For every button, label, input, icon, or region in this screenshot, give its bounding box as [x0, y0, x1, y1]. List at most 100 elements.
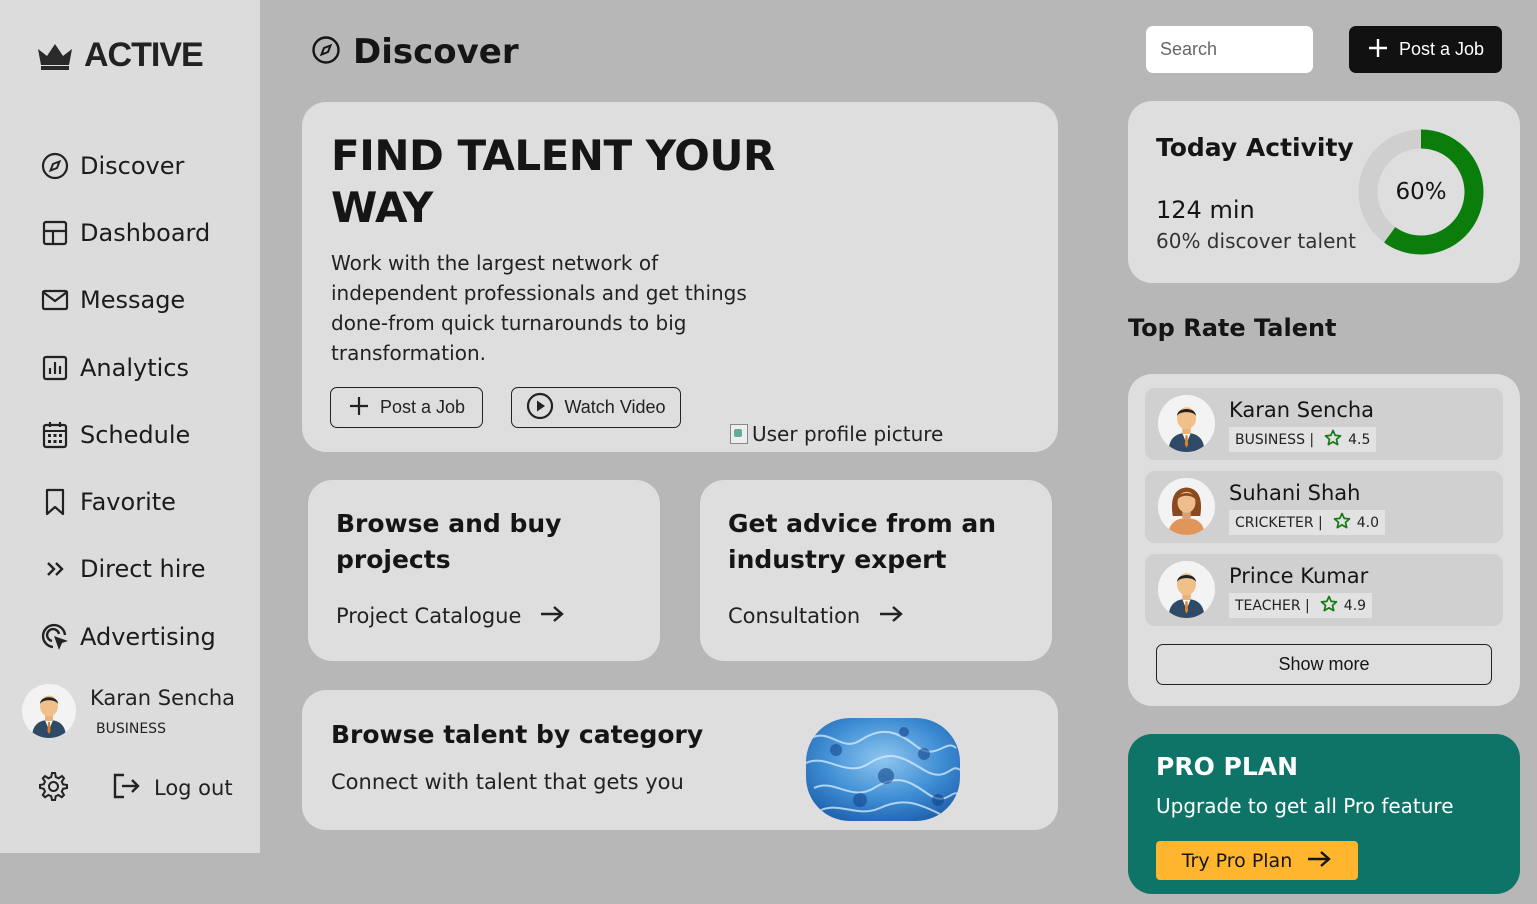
gear-icon[interactable] [36, 770, 68, 806]
plus-icon [1367, 37, 1389, 63]
arrow-right-icon [878, 604, 904, 628]
hero-post-job-button[interactable]: Post a Job [330, 387, 483, 428]
browse-category-card[interactable]: Browse talent by category Connect with t… [302, 690, 1058, 830]
sidebar-nav: Discover Dashboard Message Analytics Sch… [40, 132, 216, 670]
talent-role: TEACHER | [1235, 597, 1310, 614]
activity-percent: 60% [1395, 179, 1447, 205]
hero-post-job-label: Post a Job [379, 397, 466, 417]
talent-name: Karan Sencha [1229, 398, 1375, 422]
category-title: Browse talent by category [331, 720, 704, 749]
page-header: Discover [311, 32, 519, 72]
sidebar-item-discover[interactable]: Discover [40, 132, 216, 199]
talent-name: Prince Kumar [1229, 564, 1369, 588]
sidebar-item-direct-hire[interactable]: Direct hire [40, 536, 216, 603]
post-job-button[interactable]: Post a Job [1349, 26, 1502, 73]
try-pro-plan-button[interactable]: Try Pro Plan [1156, 841, 1358, 880]
sidebar-item-dashboard[interactable]: Dashboard [40, 199, 216, 266]
sidebar-item-label: Advertising [80, 622, 216, 651]
compass-icon [311, 35, 341, 69]
chart-icon [40, 353, 70, 383]
watch-video-label: Watch Video [564, 397, 666, 417]
talent-rating: 4.0 [1356, 514, 1379, 531]
browse-projects-card[interactable]: Browse and buy projects Project Catalogu… [308, 480, 660, 661]
talent-rating: 4.5 [1348, 431, 1371, 448]
layout-icon [40, 218, 70, 248]
avatar [1158, 561, 1215, 618]
list-item[interactable]: Karan Sencha BUSINESS | 4.5 [1145, 388, 1503, 460]
activity-minutes: 124 min [1156, 196, 1255, 224]
show-more-button[interactable]: Show more [1156, 644, 1492, 685]
try-pro-plan-label: Try Pro Plan [1181, 849, 1293, 872]
browse-projects-title: Browse and buy projects [336, 509, 562, 574]
sidebar-item-label: Message [80, 286, 186, 315]
sidebar-item-label: Discover [80, 151, 185, 180]
consultation-label: Consultation [728, 604, 861, 628]
hero-image-alt: User profile picture [752, 422, 944, 446]
talent-role: CRICKETER | [1235, 514, 1323, 531]
project-catalogue-link[interactable]: Project Catalogue [336, 604, 565, 628]
search-input[interactable] [1146, 26, 1313, 73]
talent-badge: TEACHER | 4.9 [1229, 593, 1373, 618]
brand-logo[interactable]: ACTIVE [36, 36, 204, 75]
top-talent-list: Karan Sencha BUSINESS | 4.5 Suhani Shah … [1128, 374, 1520, 706]
hero-description: Work with the largest network of indepen… [331, 251, 747, 365]
top-talent-heading: Top Rate Talent [1128, 314, 1337, 342]
sidebar-item-favorite[interactable]: Favorite [40, 468, 216, 535]
sidebar-item-label: Favorite [80, 488, 176, 517]
star-icon [1333, 512, 1351, 534]
sidebar-item-label: Analytics [80, 353, 189, 382]
profile-name: Karan Sencha [90, 686, 236, 710]
pro-plan-subtitle: Upgrade to get all Pro feature [1156, 794, 1454, 818]
sidebar-item-analytics[interactable]: Analytics [40, 334, 216, 401]
category-description: Connect with talent that gets you [331, 770, 684, 794]
broken-image-icon [730, 424, 748, 444]
talent-badge: CRICKETER | 4.0 [1229, 510, 1385, 535]
bookmark-icon [40, 487, 70, 517]
logout-button[interactable]: Log out [112, 772, 233, 804]
profile-role: BUSINESS [96, 721, 166, 737]
list-item[interactable]: Suhani Shah CRICKETER | 4.0 [1145, 471, 1503, 543]
hero-title: FIND TALENT YOUR WAY [331, 131, 775, 232]
sidebar-item-advertising[interactable]: Advertising [40, 603, 216, 670]
page-title: Discover [353, 32, 519, 72]
pro-plan-title: PRO PLAN [1156, 752, 1299, 781]
arrow-right-icon [539, 604, 565, 628]
expert-advice-title: Get advice from an industry expert [728, 509, 997, 574]
watch-video-button[interactable]: Watch Video [511, 387, 681, 428]
sidebar-item-schedule[interactable]: Schedule [40, 401, 216, 468]
sidebar-item-label: Dashboard [80, 218, 211, 247]
post-job-label: Post a Job [1398, 39, 1485, 59]
consultation-link[interactable]: Consultation [728, 604, 904, 628]
logout-icon [112, 772, 142, 804]
talent-rating: 4.9 [1343, 597, 1367, 614]
plus-icon [348, 395, 370, 421]
activity-subtitle: 60% discover talent [1156, 229, 1356, 253]
user-profile[interactable]: Karan Sencha BUSINESS [22, 684, 235, 738]
arrow-right-icon [1306, 849, 1332, 873]
crown-icon [38, 43, 72, 70]
sidebar: ACTIVE Discover Dashboard Message Analyt… [0, 0, 260, 853]
category-image [806, 718, 960, 821]
brand-name: ACTIVE [84, 36, 204, 74]
avatar [22, 684, 76, 738]
avatar [1158, 478, 1215, 535]
pro-plan-card: PRO PLAN Upgrade to get all Pro feature … [1128, 734, 1520, 894]
expert-advice-card[interactable]: Get advice from an industry expert Consu… [700, 480, 1052, 661]
list-item[interactable]: Prince Kumar TEACHER | 4.9 [1145, 554, 1503, 626]
star-icon [1320, 595, 1338, 617]
sidebar-item-label: Schedule [80, 420, 191, 449]
sidebar-item-message[interactable]: Message [40, 267, 216, 334]
hero-card: FIND TALENT YOUR WAY Work with the large… [302, 102, 1058, 452]
play-circle-icon [526, 392, 554, 424]
logout-label: Log out [154, 776, 233, 800]
talent-role: BUSINESS | [1235, 431, 1315, 448]
star-icon [1324, 429, 1342, 451]
talent-badge: BUSINESS | 4.5 [1229, 427, 1377, 452]
today-activity-card: Today Activity 124 min 60% discover tale… [1128, 101, 1520, 283]
calendar-icon [40, 420, 70, 450]
hero-image: User profile picture [730, 422, 943, 446]
compass-icon [40, 151, 70, 181]
avatar [1158, 395, 1215, 452]
target-cursor-icon [40, 622, 70, 652]
talent-name: Suhani Shah [1229, 481, 1361, 505]
